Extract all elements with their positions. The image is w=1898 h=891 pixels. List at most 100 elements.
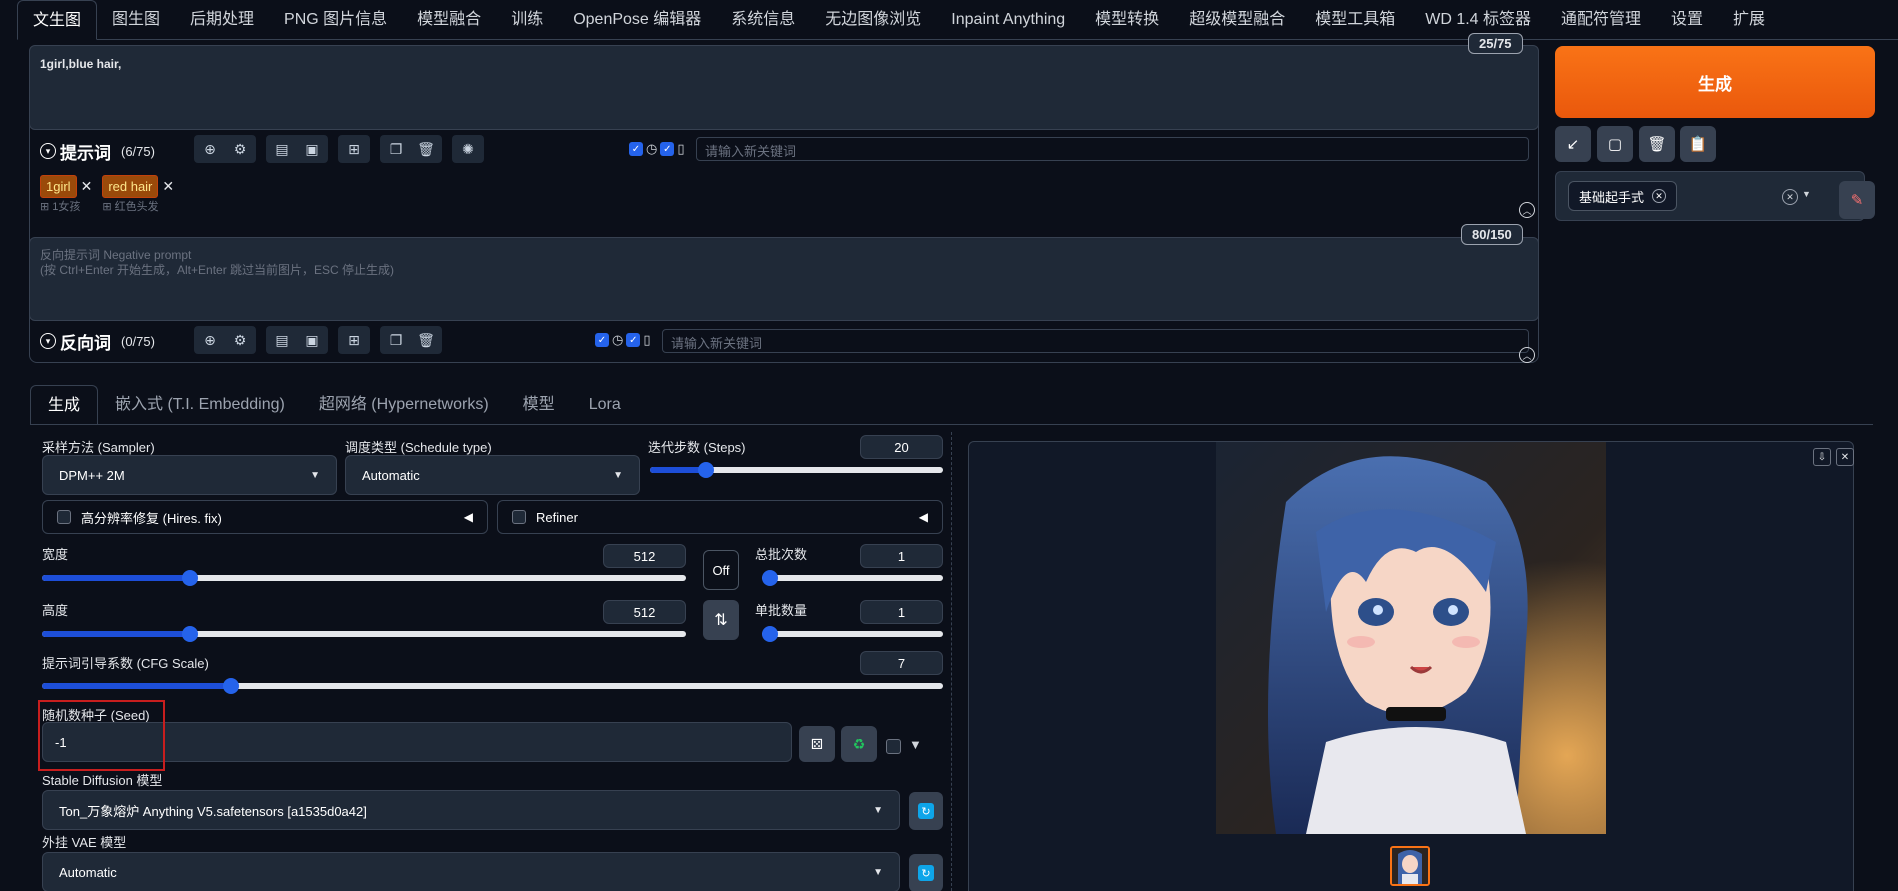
batch-size-input[interactable]: 1 [860,600,943,624]
history-icon[interactable]: ▤ [270,328,294,352]
top-tab-item[interactable]: 通配符管理 [1546,0,1656,40]
refiner-accordion[interactable]: Refiner ◀ [497,500,943,534]
close-icon[interactable]: ✕ [162,178,174,195]
sub-tab-item[interactable]: 嵌入式 (T.I. Embedding) [98,385,302,425]
cfg-slider[interactable] [42,678,943,694]
sub-tab-item[interactable]: 生成 [30,385,99,425]
top-tab-item[interactable]: 设置 [1656,0,1718,40]
sub-tab-item[interactable]: 超网络 (Hypernetworks) [302,385,506,425]
top-tab-item[interactable]: 模型融合 [402,0,496,40]
clear-button[interactable]: ▢ [1597,126,1633,162]
gear-icon[interactable]: ⚙ [228,137,252,161]
model-dropdown[interactable]: Ton_万象熔炉 Anything V5.safetensors [a1535d… [42,790,900,830]
extra-seed-checkbox[interactable] [886,739,901,754]
close-icon[interactable]: ✕ [1836,448,1854,466]
style-selector[interactable]: 基础起手式 ✕ ✕ ▼ [1555,171,1865,221]
top-tab-item[interactable]: 后期处理 [175,0,269,40]
openai-icon[interactable]: ✺ [456,137,480,161]
neg-keyword-check-2[interactable]: ✓ [626,333,641,347]
top-tab-item[interactable]: OpenPose 编辑器 [558,0,716,40]
top-tab-item[interactable]: 模型工具箱 [1300,0,1410,40]
model-refresh-button[interactable]: ↻ [909,792,943,830]
top-tab-item[interactable]: 训练 [496,0,558,40]
vae-dropdown[interactable]: Automatic ▼ [42,852,900,891]
top-tab-item[interactable]: PNG 图片信息 [269,0,402,40]
clock-icon[interactable]: ◷ [612,332,623,348]
hires-fix-accordion[interactable]: 高分辨率修复 (Hires. fix) ◀ [42,500,488,534]
close-icon[interactable]: ✕ [1652,189,1667,203]
clear-style-icon[interactable]: ✕ [1782,189,1798,205]
top-tab-item[interactable]: 无边图像浏览 [810,0,936,40]
top-tab-item[interactable]: Inpaint Anything [936,0,1080,40]
copy-icon[interactable]: ❐ [384,328,408,352]
negative-prompt-textarea[interactable]: 反向提示词 Negative prompt (按 Ctrl+Enter 开始生成… [29,237,1539,321]
steps-slider[interactable] [650,462,943,478]
gear-icon[interactable]: ⚙ [228,328,252,352]
random-seed-button[interactable]: ⚄ [799,726,835,762]
batch-count-slider[interactable] [762,570,943,586]
trash-button[interactable]: 🗑 [1639,126,1675,162]
clock-icon[interactable]: ◷ [646,141,657,157]
download-icon[interactable]: ⇩ [1813,448,1831,466]
trash-icon[interactable]: 🗑 [414,328,438,352]
history-icon[interactable]: ▤ [270,137,294,161]
cfg-input[interactable]: 7 [860,651,943,675]
tag-label[interactable]: 1girl [40,175,77,198]
panel-icon[interactable]: ▯ [643,332,650,348]
schedule-dropdown[interactable]: Automatic ▼ [345,455,640,495]
keyword-check-2[interactable]: ✓ [660,142,675,156]
copy-icon[interactable]: ❐ [384,137,408,161]
sub-tab-item[interactable]: 模型 [506,385,572,425]
triangle-down-icon[interactable]: ▼ [909,737,922,752]
sampler-dropdown[interactable]: DPM++ 2M ▼ [42,455,337,495]
prompt-keyword-input[interactable]: 请输入新关键词 [696,137,1529,161]
generate-button[interactable]: 生成 [1555,46,1875,118]
bookmark-icon[interactable]: ▣ [300,137,324,161]
negative-keyword-input[interactable]: 请输入新关键词 [662,329,1529,353]
negative-collapse-icon[interactable]: ︿ [1519,347,1535,363]
prompt-tag-list: 1girl ✕ ⊞ 1女孩 red hair ✕ ⊞ 红色头发 [40,175,174,214]
clipboard-button[interactable]: 📋 [1680,126,1716,162]
top-tab-item[interactable]: 文生图 [17,0,98,40]
reuse-seed-button[interactable]: ♻ [841,726,877,762]
batch-size-slider[interactable] [762,626,943,642]
bookmark-icon[interactable]: ▣ [300,328,324,352]
prompt-title[interactable]: ▾ 提示词 [40,139,111,164]
vae-refresh-button[interactable]: ↻ [909,854,943,891]
neg-keyword-check-1[interactable]: ✓ [595,333,609,347]
width-slider[interactable] [42,570,686,586]
steps-input[interactable]: 20 [860,435,943,459]
height-slider[interactable] [42,626,686,642]
translate-icon[interactable]: ⊞ [342,137,366,161]
top-tab-item[interactable]: 图生图 [97,0,175,40]
close-icon[interactable]: ✕ [81,178,93,195]
swap-dimensions-button[interactable]: ⇅ [703,600,739,640]
off-button[interactable]: Off [703,550,739,590]
panel-icon[interactable]: ▯ [677,141,684,157]
thumbnail[interactable] [1390,846,1430,886]
prompt-collapse-icon[interactable]: ︿ [1519,202,1535,218]
apply-style-button[interactable]: ✎ [1839,181,1875,219]
tag-label[interactable]: red hair [102,175,159,198]
trash-icon[interactable]: 🗑 [414,137,438,161]
top-tab-item[interactable]: 超级模型融合 [1174,0,1300,40]
keyword-check-1[interactable]: ✓ [629,142,643,156]
sub-tab-item[interactable]: Lora [572,385,638,425]
hires-fix-checkbox[interactable] [57,510,71,524]
refiner-checkbox[interactable] [512,510,526,524]
prompt-textarea[interactable]: 1girl,blue hair, [29,45,1539,130]
top-tab-item[interactable]: 扩展 [1718,0,1780,40]
restore-prompt-button[interactable]: ↙ [1555,126,1591,162]
chevron-down-icon[interactable]: ▼ [1802,189,1811,199]
globe-icon[interactable]: ⊕ [198,137,222,161]
globe-icon[interactable]: ⊕ [198,328,222,352]
top-tab-item[interactable]: 系统信息 [716,0,810,40]
batch-count-input[interactable]: 1 [860,544,943,568]
width-input[interactable]: 512 [603,544,686,568]
negative-title[interactable]: ▾ 反向词 [40,329,111,354]
height-input[interactable]: 512 [603,600,686,624]
generated-image[interactable] [1216,442,1606,834]
translate-icon[interactable]: ⊞ [342,328,366,352]
top-tab-item[interactable]: 模型转换 [1080,0,1174,40]
negative-placeholder-line2: (按 Ctrl+Enter 开始生成，Alt+Enter 跳过当前图片，ESC … [40,263,395,277]
